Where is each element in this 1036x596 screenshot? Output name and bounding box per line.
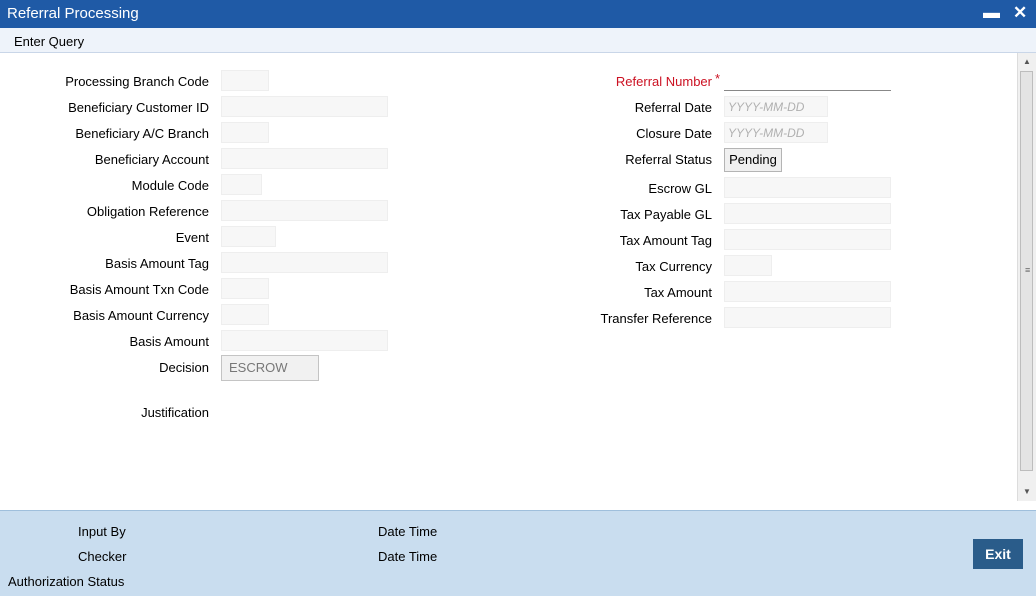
event-label: Event: [175, 230, 209, 245]
window-titlebar: Referral Processing ▬ ✕: [0, 0, 1036, 28]
close-icon[interactable]: ✕: [1013, 3, 1027, 23]
beneficiary-account-input[interactable]: [221, 148, 388, 169]
transfer-reference-label: Transfer Reference: [600, 311, 712, 326]
tax-amount-tag-label: Tax Amount Tag: [619, 233, 712, 248]
input-by-label: Input By: [78, 524, 126, 539]
referral-number-input[interactable]: [724, 70, 891, 91]
obligation-reference-label: Obligation Reference: [86, 204, 209, 219]
tax-payable-gl-label: Tax Payable GL: [620, 207, 712, 222]
module-code-label: Module Code: [131, 178, 209, 193]
beneficiary-account-label: Beneficiary Account: [94, 152, 209, 167]
tax-currency-input[interactable]: [724, 255, 772, 276]
referral-date-placeholder: YYYY-MM-DD: [728, 100, 805, 114]
basis-amount-txn-code-input[interactable]: [221, 278, 269, 299]
scroll-grip-icon: ≡: [1025, 265, 1031, 275]
tax-amount-label: Tax Amount: [644, 285, 712, 300]
escrow-gl-input[interactable]: [724, 177, 891, 198]
event-input[interactable]: [221, 226, 276, 247]
form-content: Processing Branch Code Beneficiary Custo…: [0, 53, 1017, 510]
tax-amount-tag-input[interactable]: [724, 229, 891, 250]
decision-field[interactable]: ESCROW: [221, 355, 319, 381]
module-code-input[interactable]: [221, 174, 262, 195]
closure-date-label: Closure Date: [636, 126, 712, 141]
basis-amount-txn-code-label: Basis Amount Txn Code: [69, 282, 209, 297]
basis-amount-label: Basis Amount: [129, 334, 210, 349]
basis-amount-currency-input[interactable]: [221, 304, 269, 325]
authorization-status-label: Authorization Status: [8, 574, 125, 589]
decision-label: Decision: [159, 360, 209, 375]
beneficiary-customer-id-label: Beneficiary Customer ID: [68, 100, 209, 115]
enter-query-menu-item[interactable]: Enter Query: [14, 34, 84, 49]
justification-label: Justification: [141, 405, 209, 420]
date-time-label-2: Date Time: [378, 549, 438, 564]
processing-branch-code-input[interactable]: [221, 70, 269, 91]
basis-amount-tag-input[interactable]: [221, 252, 388, 273]
referral-date-label: Referral Date: [634, 100, 712, 115]
beneficiary-ac-branch-input[interactable]: [221, 122, 269, 143]
tax-payable-gl-input[interactable]: [724, 203, 891, 224]
processing-branch-code-label: Processing Branch Code: [65, 74, 209, 89]
scroll-up-icon[interactable]: ▲: [1023, 57, 1031, 66]
referral-status-button[interactable]: Pending: [724, 148, 782, 172]
basis-amount-currency-label: Basis Amount Currency: [73, 308, 209, 323]
menu-bar: Enter Query: [0, 28, 1036, 53]
scrollbar-thumb[interactable]: ≡: [1020, 71, 1033, 471]
scroll-down-icon[interactable]: ▼: [1023, 487, 1031, 496]
beneficiary-ac-branch-label: Beneficiary A/C Branch: [75, 126, 209, 141]
window-title: Referral Processing: [7, 5, 139, 22]
obligation-reference-input[interactable]: [221, 200, 388, 221]
basis-amount-tag-label: Basis Amount Tag: [105, 256, 209, 271]
vertical-scrollbar[interactable]: ▲ ≡ ▼: [1017, 53, 1036, 501]
tax-currency-label: Tax Currency: [635, 259, 712, 274]
referral-date-input[interactable]: YYYY-MM-DD: [724, 96, 828, 117]
required-marker: *: [715, 71, 721, 86]
minimize-icon[interactable]: ▬: [983, 3, 1000, 23]
checker-label: Checker: [78, 549, 127, 564]
audit-footer: Input By Date Time Checker Date Time Aut…: [0, 510, 1036, 596]
date-time-label-1: Date Time: [378, 524, 438, 539]
referral-number-label: Referral Number: [615, 74, 712, 89]
basis-amount-input[interactable]: [221, 330, 388, 351]
referral-status-label: Referral Status: [625, 152, 712, 167]
exit-button[interactable]: Exit: [973, 539, 1023, 569]
beneficiary-customer-id-input[interactable]: [221, 96, 388, 117]
escrow-gl-label: Escrow GL: [648, 181, 712, 196]
closure-date-placeholder: YYYY-MM-DD: [728, 126, 805, 140]
closure-date-input[interactable]: YYYY-MM-DD: [724, 122, 828, 143]
tax-amount-input[interactable]: [724, 281, 891, 302]
transfer-reference-input[interactable]: [724, 307, 891, 328]
